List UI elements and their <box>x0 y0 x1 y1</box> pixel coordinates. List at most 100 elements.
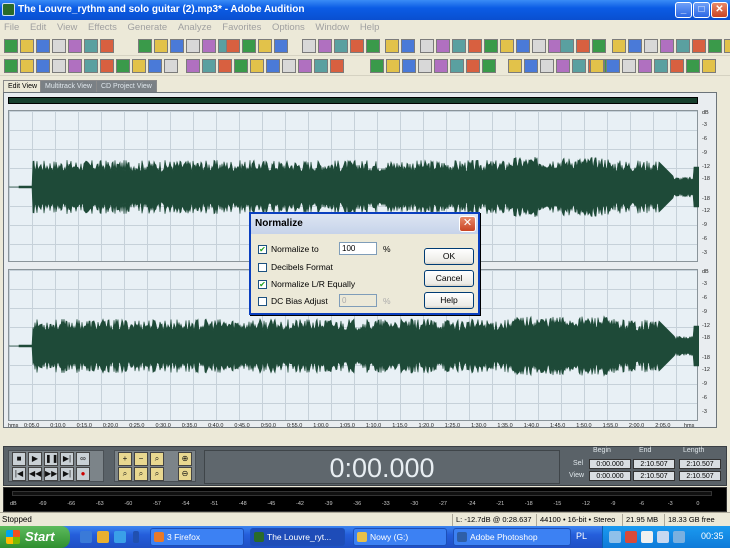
toolbar-tb1-button-19-icon[interactable] <box>318 39 332 53</box>
toolbar-tb2-button-4-icon[interactable] <box>52 59 66 73</box>
menu-options[interactable]: Options <box>268 20 309 36</box>
menu-view[interactable]: View <box>53 20 81 36</box>
toolbar-tb1-button-15-icon[interactable] <box>242 39 256 53</box>
toolbar-tb1-button-42-icon[interactable] <box>692 39 706 53</box>
toolbar-tb1-button-40-icon[interactable] <box>660 39 674 53</box>
toolbar-tb1-button-18-icon[interactable] <box>302 39 316 53</box>
toolbar-tb1-button-17-icon[interactable] <box>274 39 288 53</box>
toolbar-tb1-button-11-icon[interactable] <box>186 39 200 53</box>
zoom-left-icon[interactable]: ⌕ <box>118 467 132 481</box>
normalize-lr-equally-checkbox[interactable]: ✔ <box>258 280 267 289</box>
toolbar-tb2-button-18-icon[interactable] <box>282 59 296 73</box>
menu-effects[interactable]: Effects <box>84 20 121 36</box>
toolbar-tb1-button-36-icon[interactable] <box>592 39 606 53</box>
menu-generate[interactable]: Generate <box>124 20 172 36</box>
help-button[interactable]: Help <box>424 292 474 309</box>
toolbar-tb2-button-37-icon[interactable] <box>590 59 604 73</box>
toolbar-tb2-button-9-icon[interactable] <box>132 59 146 73</box>
fast-forward-button[interactable]: ▶▶ <box>44 467 58 481</box>
toolbar-tb1-button-10-icon[interactable] <box>170 39 184 53</box>
toolbar-tb2-button-14-icon[interactable] <box>218 59 232 73</box>
toolbar-tb2-button-8-icon[interactable] <box>116 59 130 73</box>
toolbar-tb1-button-20-icon[interactable] <box>334 39 348 53</box>
toolbar-tb2-button-1-icon[interactable] <box>4 59 18 73</box>
toolbar-tb1-button-21-icon[interactable] <box>350 39 364 53</box>
zoom-full-icon[interactable]: ⌕ <box>150 452 164 466</box>
tray-icon-security[interactable] <box>625 531 637 543</box>
toolbar-tb1-button-23-icon[interactable] <box>385 39 399 53</box>
toolbar-tb2-button-12-icon[interactable] <box>186 59 200 73</box>
toolbar-tb2-button-41-icon[interactable] <box>654 59 668 73</box>
toolbar-tb1-button-27-icon[interactable] <box>452 39 466 53</box>
zoom-right-icon[interactable]: ⌕ <box>134 467 148 481</box>
tray-icon-volume[interactable] <box>657 531 669 543</box>
minimize-button[interactable]: _ <box>675 2 692 18</box>
toolbar-tb2-button-28-icon[interactable] <box>466 59 480 73</box>
toolbar-tb1-button-6-icon[interactable] <box>84 39 98 53</box>
toolbar-tb1-button-7-icon[interactable] <box>100 39 114 53</box>
toolbar-tb1-button-44-icon[interactable] <box>724 39 730 53</box>
menu-edit[interactable]: Edit <box>26 20 50 36</box>
toolbar-tb2-button-31-icon[interactable] <box>524 59 538 73</box>
internet-explorer-icon[interactable] <box>114 531 126 543</box>
zoom-selection-icon[interactable]: ⌕ <box>150 467 164 481</box>
ok-button[interactable]: OK <box>424 248 474 265</box>
toolbar-tb1-button-29-icon[interactable] <box>484 39 498 53</box>
sel-length-field[interactable]: 2:10.507 <box>679 459 721 469</box>
toolbar-tb1-button-31-icon[interactable] <box>516 39 530 53</box>
toolbar-tb2-button-7-icon[interactable] <box>100 59 114 73</box>
toolbar-tb1-button-3-icon[interactable] <box>36 39 50 53</box>
toolbar-tb2-button-21-icon[interactable] <box>330 59 344 73</box>
pause-button[interactable]: ❚❚ <box>44 452 58 466</box>
toolbar-tb2-button-19-icon[interactable] <box>298 59 312 73</box>
quick-launch-expand-icon[interactable] <box>133 531 139 543</box>
task-audition[interactable]: The Louvre_ryt... <box>250 528 345 546</box>
stop-button[interactable]: ■ <box>12 452 26 466</box>
toolbar-tb2-button-22-icon[interactable] <box>370 59 384 73</box>
toolbar-tb2-button-30-icon[interactable] <box>508 59 522 73</box>
toolbar-tb2-button-33-icon[interactable] <box>556 59 570 73</box>
tray-icon-network[interactable] <box>609 531 621 543</box>
normalize-to-checkbox[interactable]: ✔ <box>258 245 267 254</box>
overview-bar[interactable] <box>8 97 698 104</box>
toolbar-tb1-button-16-icon[interactable] <box>258 39 272 53</box>
cancel-button[interactable]: Cancel <box>424 270 474 287</box>
toolbar-tb1-button-41-icon[interactable] <box>676 39 690 53</box>
toolbar-tb2-button-11-icon[interactable] <box>164 59 178 73</box>
toolbar-tb2-button-5-icon[interactable] <box>68 59 82 73</box>
dc-bias-input[interactable]: 0 <box>339 294 377 307</box>
zoom-out-vertical-icon[interactable]: ⊖ <box>178 467 192 481</box>
menu-help[interactable]: Help <box>356 20 384 36</box>
toolbar-tb2-button-15-icon[interactable] <box>234 59 248 73</box>
toolbar-tb1-button-32-icon[interactable] <box>532 39 546 53</box>
toolbar-tb1-button-8-icon[interactable] <box>138 39 152 53</box>
toolbar-tb1-button-2-icon[interactable] <box>20 39 34 53</box>
toolbar-tb2-button-10-icon[interactable] <box>148 59 162 73</box>
toolbar-tb2-button-17-icon[interactable] <box>266 59 280 73</box>
tray-icon-device[interactable] <box>641 531 653 543</box>
zoom-in-icon[interactable]: + <box>118 452 132 466</box>
toolbar-tb2-button-42-icon[interactable] <box>670 59 684 73</box>
toolbar-tb1-button-39-icon[interactable] <box>644 39 658 53</box>
toolbar-tb1-button-38-icon[interactable] <box>628 39 642 53</box>
play-button[interactable]: ▶ <box>28 452 42 466</box>
toolbar-tb1-button-30-icon[interactable] <box>500 39 514 53</box>
toolbar-tb2-button-3-icon[interactable] <box>36 59 50 73</box>
dc-bias-adjust-checkbox[interactable] <box>258 297 267 306</box>
play-to-end-button[interactable]: ▶| <box>60 452 74 466</box>
toolbar-tb2-button-32-icon[interactable] <box>540 59 554 73</box>
record-button[interactable]: ● <box>76 467 90 481</box>
sel-end-field[interactable]: 2:10.507 <box>633 459 675 469</box>
tab-multitrack-view[interactable]: Multitrack View <box>40 80 97 92</box>
maximize-button[interactable]: □ <box>693 2 710 18</box>
task-folder[interactable]: Nowy (G:) <box>353 528 447 546</box>
toolbar-tb2-button-40-icon[interactable] <box>638 59 652 73</box>
quick-launch-icon[interactable] <box>97 531 109 543</box>
show-desktop-icon[interactable] <box>80 531 92 543</box>
go-to-end-button[interactable]: ▶| <box>60 467 74 481</box>
toolbar-tb2-button-39-icon[interactable] <box>622 59 636 73</box>
close-button[interactable]: ✕ <box>711 2 728 18</box>
toolbar-tb2-button-34-icon[interactable] <box>572 59 586 73</box>
toolbar-tb1-button-14-icon[interactable] <box>226 39 240 53</box>
toolbar-tb2-button-16-icon[interactable] <box>250 59 264 73</box>
